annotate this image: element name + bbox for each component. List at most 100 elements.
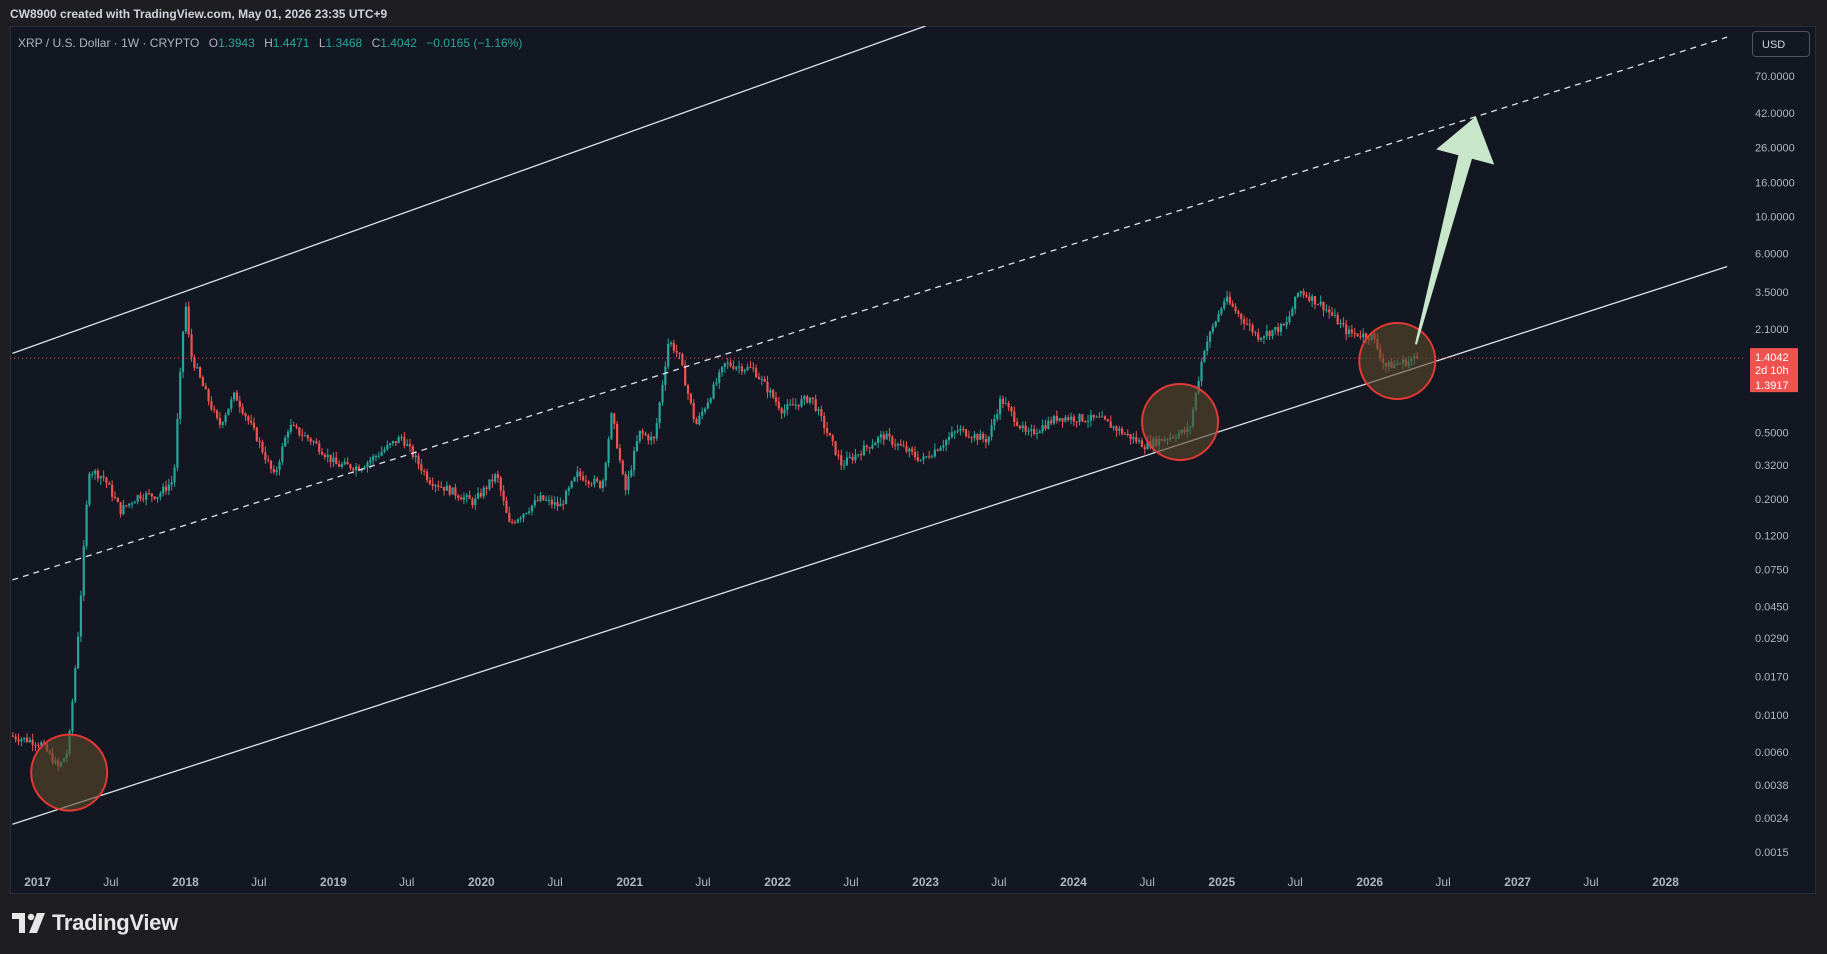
candle-body: [854, 454, 857, 461]
candle-body: [272, 469, 275, 473]
candle-body: [777, 401, 780, 409]
candle-body: [596, 478, 599, 482]
candle-body: [380, 451, 383, 456]
candle-body: [1206, 341, 1209, 351]
candle-body: [366, 462, 369, 468]
candle-body: [173, 467, 176, 483]
candle-body: [37, 744, 40, 746]
candle-body: [210, 401, 213, 410]
candle-body: [956, 430, 959, 432]
candle-body: [1242, 319, 1246, 324]
channel-upper-line: [12, 26, 926, 354]
candle-body: [1350, 329, 1353, 333]
price-tick-15: 0.0290: [1755, 633, 1789, 645]
candle-body: [164, 486, 168, 491]
candle-body: [1220, 308, 1223, 314]
candle-body: [584, 480, 588, 482]
highlight-circle-2: [1141, 382, 1220, 461]
candle-body: [1047, 420, 1050, 429]
candle-body: [119, 502, 122, 515]
candle-body: [411, 446, 414, 458]
candle-body: [661, 384, 664, 403]
candle-body: [468, 495, 471, 499]
candle-body: [312, 441, 315, 443]
candle-body: [1044, 425, 1047, 429]
time-tick-9: Jul: [695, 875, 710, 889]
price-tick-11: 0.2000: [1755, 494, 1789, 506]
candle-body: [990, 425, 993, 437]
candle-body: [207, 389, 210, 402]
candle-body: [737, 366, 741, 368]
candle-body: [105, 477, 108, 483]
currency-button[interactable]: USD: [1752, 31, 1810, 57]
candle-body: [627, 476, 630, 491]
candle-body: [496, 474, 500, 478]
candle-body: [494, 474, 497, 482]
candle-body: [278, 461, 281, 470]
time-tick-19: Jul: [1435, 875, 1450, 889]
candle-body: [403, 437, 406, 446]
price-tick-12: 0.1200: [1755, 531, 1789, 543]
candle-body: [959, 428, 962, 431]
candle-body: [820, 409, 823, 417]
candle-body: [806, 396, 809, 403]
candle-body: [1347, 329, 1351, 335]
candle-body: [428, 480, 431, 484]
candle-body: [1234, 306, 1237, 312]
candle-body: [633, 450, 636, 470]
low-value: 1.3468: [325, 36, 363, 50]
candle-body: [1013, 411, 1016, 422]
candle-body: [808, 397, 812, 403]
candle-body: [94, 470, 97, 474]
candle-body: [1359, 336, 1362, 338]
candle-body: [1101, 416, 1104, 418]
candle-body: [25, 737, 29, 742]
candle-body: [136, 495, 139, 502]
candle-body: [298, 427, 301, 435]
candle-body: [511, 521, 514, 523]
candle-body: [139, 495, 142, 499]
candle-body: [230, 399, 233, 409]
candle-body: [355, 466, 358, 471]
candle-body: [1259, 338, 1263, 340]
candle-body: [79, 595, 83, 637]
candle-body: [315, 441, 318, 444]
candle-body: [17, 739, 20, 742]
price-chart[interactable]: 110.000070.000042.000026.000016.000010.0…: [0, 0, 1827, 954]
tradingview-logo[interactable]: TradingView: [12, 910, 178, 936]
candle-body: [1033, 429, 1036, 434]
candle-body: [1333, 314, 1336, 316]
up-arrow: [1414, 116, 1495, 345]
candle-body: [1356, 333, 1359, 337]
open-label: O: [208, 36, 219, 50]
candle-body: [1075, 421, 1078, 423]
candle-body: [1291, 308, 1294, 317]
candle-body: [842, 465, 846, 467]
candle-body: [791, 404, 795, 406]
candle-body: [967, 436, 970, 438]
candle-body: [539, 495, 542, 501]
candle-body: [559, 503, 562, 507]
candle-body: [1007, 403, 1010, 408]
candle-body: [1118, 428, 1121, 431]
candle-body: [868, 447, 871, 449]
candle-body: [766, 381, 769, 393]
candle-body: [996, 414, 999, 420]
candle-body: [213, 409, 216, 411]
candle-body: [499, 477, 502, 491]
candle-body: [448, 485, 451, 495]
candle-body: [570, 481, 573, 488]
price-tick-21: 0.0015: [1755, 847, 1789, 859]
candle-body: [1274, 327, 1277, 331]
time-tick-6: 2020: [468, 875, 495, 889]
candle-body: [755, 368, 758, 378]
candle-body: [1268, 331, 1271, 336]
candle-body: [581, 476, 585, 481]
candle-body: [1225, 296, 1229, 302]
candle-body: [911, 448, 914, 452]
symbol-legend: XRP / U.S. Dollar · 1W · CRYPTO O1.3943 …: [18, 36, 522, 50]
footer-bar: [0, 894, 1827, 954]
candle-body: [170, 482, 173, 485]
candle-body: [1237, 311, 1240, 314]
time-tick-3: Jul: [251, 875, 266, 889]
